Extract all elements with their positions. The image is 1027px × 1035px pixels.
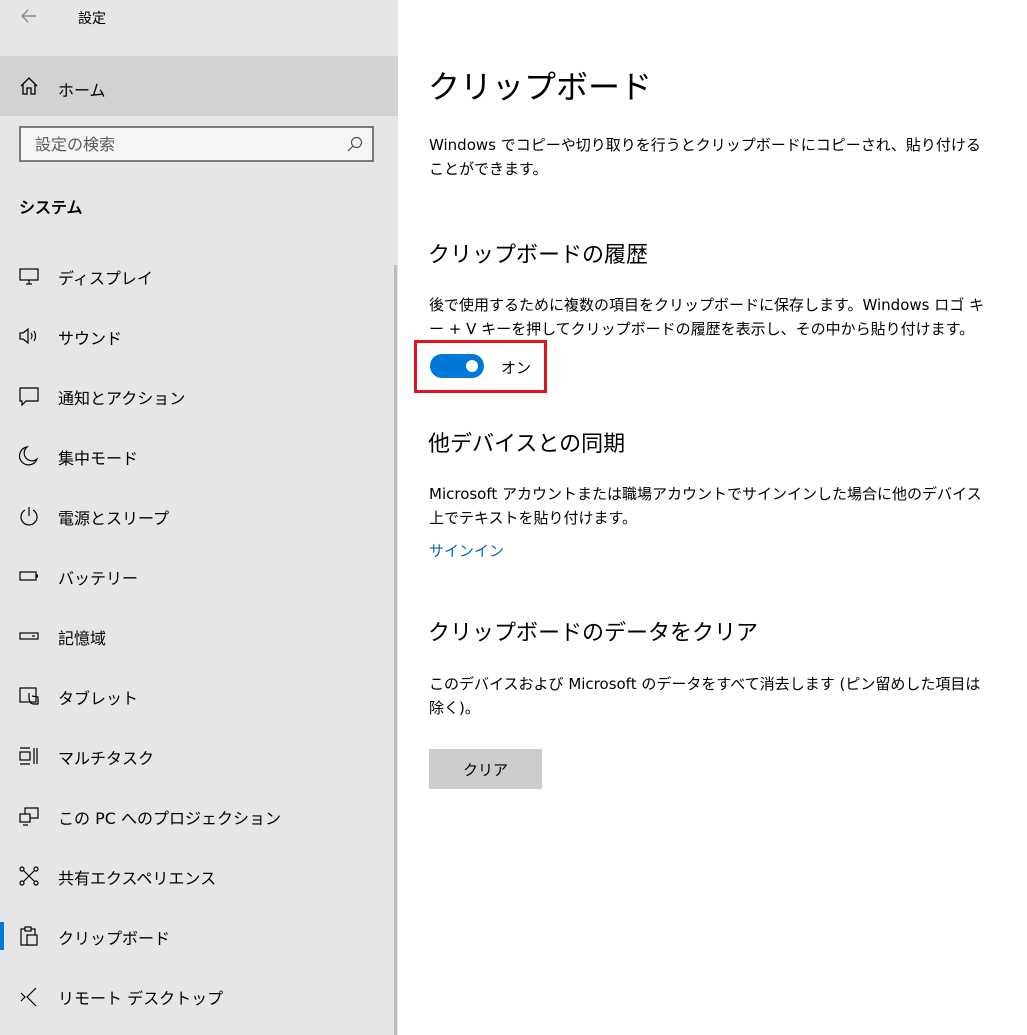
multitask-icon xyxy=(18,745,40,767)
clipboard-intro-text: Windows でコピーや切り取りを行うとクリップボードにコピーされ、貼り付ける… xyxy=(429,136,981,178)
clear-button[interactable]: クリア xyxy=(429,749,542,789)
power-icon xyxy=(18,505,40,527)
storage-icon xyxy=(18,625,40,647)
sidebar-item-label: サウンド xyxy=(58,329,123,348)
home-icon xyxy=(18,75,40,97)
sidebar-item-label: タブレット xyxy=(58,689,139,708)
sidebar-item-display[interactable]: ディスプレイ xyxy=(0,247,392,305)
sidebar-item-home[interactable]: ホーム xyxy=(0,56,398,116)
clipboard-icon xyxy=(18,925,40,947)
sidebar-item-focus-assist[interactable]: 集中モード xyxy=(0,427,392,485)
main-content: クリップボード Windows でコピーや切り取りを行うとクリップボードにコピー… xyxy=(398,0,1027,1035)
sidebar-item-label: 記憶域 xyxy=(58,629,107,648)
sidebar-item-sound[interactable]: サウンド xyxy=(0,307,392,365)
sidebar-item-label: リモート デスクトップ xyxy=(58,989,224,1008)
search-icon[interactable] xyxy=(346,135,364,153)
moon-icon xyxy=(18,445,40,467)
clipboard-history-description: 後で使用するために複数の項目をクリップボードに保存します。Windows ロゴ … xyxy=(429,296,984,338)
sidebar: 設定 ホーム システム ディスプレイ サウンド 通知とアクション xyxy=(0,0,398,1035)
sidebar-item-label: 電源とスリープ xyxy=(58,509,170,528)
toggle-state-label: オン xyxy=(501,359,532,377)
highlight-box: オン xyxy=(414,340,547,393)
sidebar-item-label: この PC へのプロジェクション xyxy=(58,809,281,828)
projection-icon xyxy=(18,805,40,827)
back-button[interactable] xyxy=(12,2,46,30)
remote-desktop-icon xyxy=(18,985,40,1007)
search-input[interactable] xyxy=(21,128,341,160)
sidebar-item-shared-experiences[interactable]: 共有エクスペリエンス xyxy=(0,847,392,905)
page-title: クリップボード xyxy=(428,68,653,106)
sidebar-item-label: 通知とアクション xyxy=(58,389,186,408)
back-arrow-icon xyxy=(21,9,36,23)
battery-icon xyxy=(18,565,40,587)
sidebar-item-clipboard[interactable]: クリップボード xyxy=(0,907,392,965)
sidebar-item-label: ホーム xyxy=(58,81,106,100)
sidebar-item-label: 共有エクスペリエンス xyxy=(58,869,217,888)
sidebar-item-label: バッテリー xyxy=(58,569,139,588)
sidebar-item-storage[interactable]: 記憶域 xyxy=(0,607,392,665)
app-title: 設定 xyxy=(78,11,106,27)
clipboard-history-toggle[interactable] xyxy=(430,354,484,378)
sidebar-scrollbar[interactable] xyxy=(394,265,397,1035)
clear-section-title: クリップボードのデータをクリア xyxy=(428,621,759,646)
sidebar-item-battery[interactable]: バッテリー xyxy=(0,547,392,605)
sidebar-item-label: クリップボード xyxy=(58,929,171,948)
display-icon xyxy=(18,265,40,287)
sidebar-item-tablet[interactable]: タブレット xyxy=(0,667,392,725)
sidebar-item-projection[interactable]: この PC へのプロジェクション xyxy=(0,787,392,845)
search-box[interactable] xyxy=(19,126,374,162)
sidebar-item-multitasking[interactable]: マルチタスク xyxy=(0,727,392,785)
active-item-indicator xyxy=(0,922,4,950)
sidebar-item-label: ディスプレイ xyxy=(58,269,153,288)
tablet-icon xyxy=(18,685,40,707)
sidebar-item-remote-desktop[interactable]: リモート デスクトップ xyxy=(0,967,392,1025)
title-bar: 設定 xyxy=(0,0,398,34)
section-header: システム xyxy=(19,198,83,217)
notification-icon xyxy=(18,385,40,407)
shared-experience-icon xyxy=(18,865,40,887)
speaker-icon xyxy=(18,325,40,347)
sync-section-title: 他デバイスとの同期 xyxy=(428,432,626,457)
sidebar-item-label: マルチタスク xyxy=(58,749,155,768)
clear-description: このデバイスおよび Microsoft のデータをすべて消去します (ピン留めし… xyxy=(429,675,981,717)
sign-in-link[interactable]: サインイン xyxy=(429,540,504,561)
toggle-knob xyxy=(466,360,478,372)
clipboard-history-title: クリップボードの履歴 xyxy=(428,243,649,268)
sidebar-item-label: 集中モード xyxy=(58,449,139,468)
sidebar-item-power[interactable]: 電源とスリープ xyxy=(0,487,392,545)
sync-description: Microsoft アカウントまたは職場アカウントでサインインした場合に他のデバ… xyxy=(429,485,982,527)
sidebar-item-notifications[interactable]: 通知とアクション xyxy=(0,367,392,425)
